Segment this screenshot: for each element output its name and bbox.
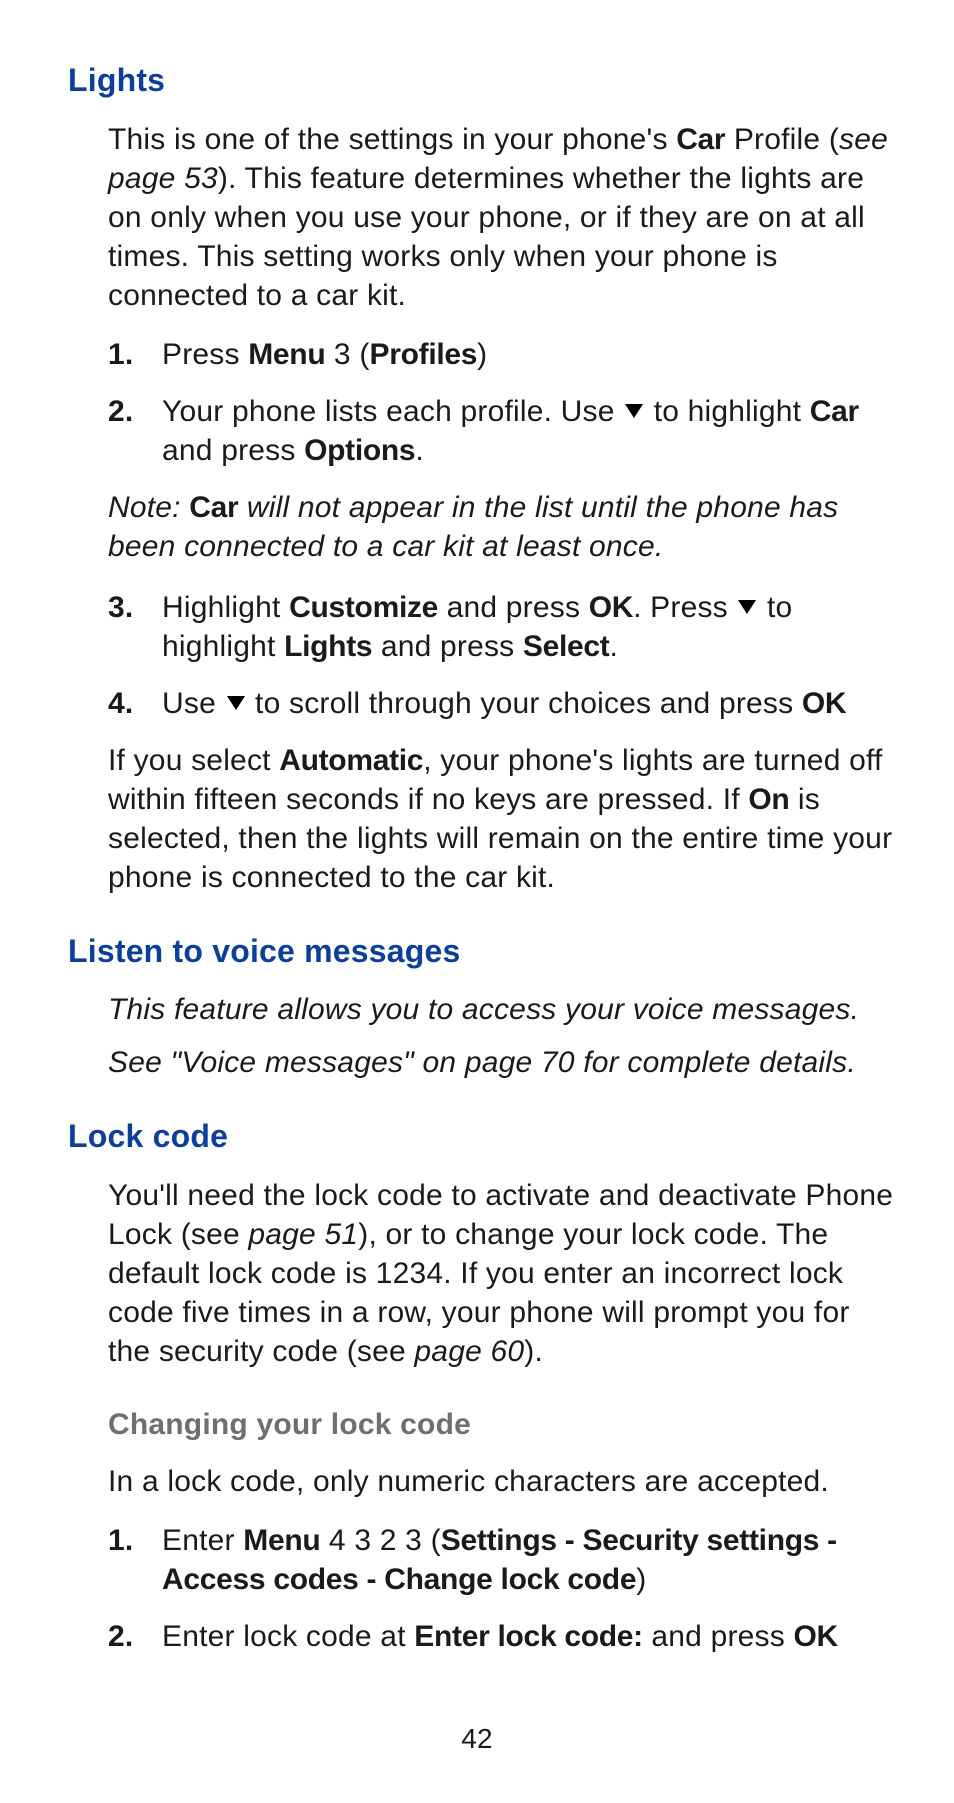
bold-customize: Customize [289,591,438,624]
text: ) [636,1563,646,1596]
down-arrow-icon [625,404,643,418]
voice-line1: This feature allows you to access your v… [108,990,896,1029]
heading-lock: Lock code [68,1116,896,1158]
lock-intro: You'll need the lock code to activate an… [108,1176,896,1371]
down-arrow-icon [738,600,756,614]
text: . [415,434,424,467]
lock-sub-intro: In a lock code, only numeric characters … [108,1462,896,1501]
voice-body: This feature allows you to access your v… [108,990,896,1082]
subheading-change-lock: Changing your lock code [108,1405,896,1444]
heading-lights: Lights [68,60,896,102]
bold-automatic: Automatic [279,744,423,777]
bold-ok: OK [802,687,846,720]
lights-steps-3-4: Highlight Customize and press OK. Press … [108,588,896,723]
text: ). This feature determines whether the l… [108,162,865,312]
step-2: Your phone lists each profile. Use to hi… [108,392,896,470]
lock-body: You'll need the lock code to activate an… [108,1176,896,1656]
bold-menu: Menu [248,338,325,371]
bold-car: Car [189,491,238,524]
bold-ok: OK [589,591,633,624]
text: Use [162,687,225,720]
note-label: Note: [108,491,189,524]
text: and press [162,434,304,467]
text: to highlight [645,395,810,428]
text: Your phone lists each profile. Use [162,395,623,428]
step-3: Highlight Customize and press OK. Press … [108,588,896,666]
lights-steps-1-2: Press Menu 3 (Profiles) Your phone lists… [108,335,896,470]
bold-menu: Menu [243,1524,320,1557]
text: This is one of the settings in your phon… [108,123,676,156]
bold-on: On [748,783,789,816]
bold-profiles: Profiles [370,338,478,371]
text: If you select [108,744,279,777]
heading-voice: Listen to voice messages [68,931,896,973]
text: to scroll through your choices and press [247,687,802,720]
text: Press [162,338,248,371]
step-1: Enter Menu 4 3 2 3 (Settings - Security … [108,1521,896,1599]
bold-lights: Lights [284,630,372,663]
lights-intro: This is one of the settings in your phon… [108,120,896,315]
see-page-51: page 51 [248,1218,358,1251]
text: ). [524,1335,543,1368]
section-voice: Listen to voice messages This feature al… [68,931,896,1083]
lights-body: This is one of the settings in your phon… [108,120,896,897]
bold-ok: OK [794,1620,838,1653]
section-lock: Lock code You'll need the lock code to a… [68,1116,896,1656]
lights-note: Note: Car will not appear in the list un… [108,488,896,566]
text: . Press [633,591,736,624]
bold-car: Car [676,123,725,156]
text: Profile ( [725,123,839,156]
bold-car: Car [810,395,859,428]
text: . [610,630,619,663]
step-2: Enter lock code at Enter lock code: and … [108,1617,896,1656]
lights-closing: If you select Automatic, your phone's li… [108,741,896,897]
bold-select: Select [523,630,610,663]
voice-line2: See "Voice messages" on page 70 for comp… [108,1043,896,1082]
text: Highlight [162,591,289,624]
text: and press [438,591,589,624]
step-1: Press Menu 3 (Profiles) [108,335,896,374]
page-number: 42 [0,1721,954,1757]
step-4: Use to scroll through your choices and p… [108,684,896,723]
lock-steps: Enter Menu 4 3 2 3 (Settings - Security … [108,1521,896,1656]
down-arrow-icon [227,696,245,710]
bold-enter-lock-code: Enter lock code: [414,1620,643,1653]
text: 3 ( [325,338,369,371]
text: Enter [162,1524,243,1557]
section-lights: Lights This is one of the settings in yo… [68,60,896,897]
text: and press [643,1620,794,1653]
text: Enter lock code at [162,1620,414,1653]
see-page-60: page 60 [414,1335,524,1368]
text: ) [477,338,487,371]
text: and press [372,630,523,663]
bold-options: Options [304,434,415,467]
text: 4 3 2 3 ( [320,1524,440,1557]
